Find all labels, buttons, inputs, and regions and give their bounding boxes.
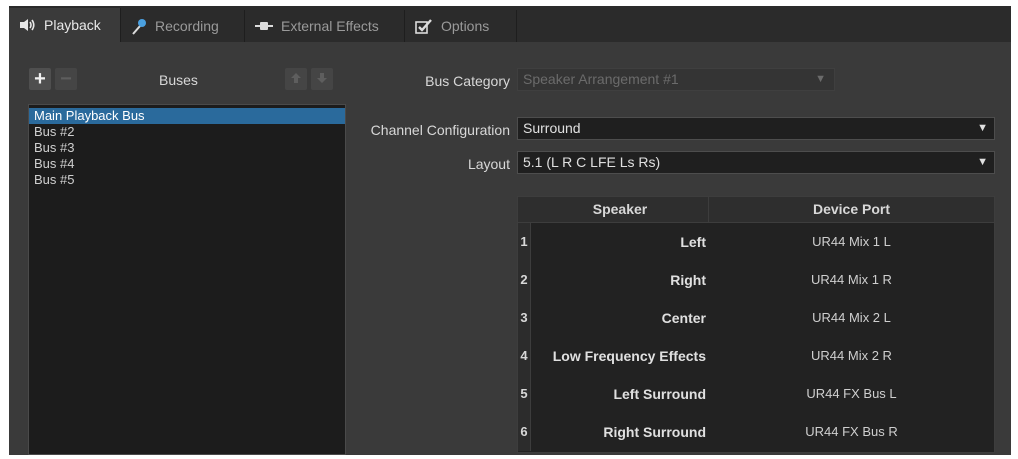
row-number: 6 [518,413,531,451]
speaker-icon [19,18,36,32]
device-port-cell[interactable]: UR44 Mix 2 L [709,299,994,337]
bus-list[interactable]: Main Playback Bus Bus #2 Bus #3 Bus #4 B… [28,104,346,455]
layout-label: Layout [467,156,510,172]
add-bus-button[interactable]: + [29,68,51,90]
row-number: 1 [518,223,531,261]
dropdown-arrow-icon: ▼ [815,73,826,85]
speaker-name: Left Surround [613,386,706,402]
bus-item-2[interactable]: Bus #2 [29,124,345,140]
microphone-icon [131,18,147,35]
move-bus-down-button[interactable] [311,68,333,90]
buses-label: Buses [159,72,198,88]
remove-bus-button[interactable]: − [55,68,77,90]
tab-playback[interactable]: Playback [9,8,121,42]
table-row[interactable]: 4 Low Frequency Effects UR44 Mix 2 R [518,337,994,375]
arrow-down-icon [316,72,328,87]
bus-category-label: Bus Category [425,73,510,89]
row-number: 5 [518,375,531,413]
device-port-cell[interactable]: UR44 FX Bus R [709,413,994,451]
table-row[interactable]: 5 Left Surround UR44 FX Bus L [518,375,994,413]
bus-category-select[interactable]: Speaker Arrangement #1 ▼ [517,68,835,91]
channel-configuration-select[interactable]: Surround ▼ [517,117,995,140]
table-header: Speaker Device Port [518,197,994,223]
bus-item-4[interactable]: Bus #4 [29,156,345,172]
bus-category-value: Speaker Arrangement #1 [523,71,679,87]
layout-select[interactable]: 5.1 (L R C LFE Ls Rs) ▼ [517,151,995,174]
table-row[interactable]: 3 Center UR44 Mix 2 L [518,299,994,337]
device-port-cell[interactable]: UR44 Mix 1 R [709,261,994,299]
tab-bar: Playback Recording External Effects Opti… [9,6,1011,42]
table-row[interactable]: 6 Right Surround UR44 FX Bus R [518,413,994,451]
row-number: 4 [518,337,531,375]
table-row[interactable]: 1 Left UR44 Mix 1 L [518,223,994,261]
speaker-name: Left [680,234,706,250]
table-row[interactable]: 2 Right UR44 Mix 1 R [518,261,994,299]
audio-connections-panel: Playback Recording External Effects Opti… [9,6,1011,455]
channel-configuration-label: Channel Configuration [370,122,510,138]
bus-item-main-playback[interactable]: Main Playback Bus [29,108,345,124]
row-number: 3 [518,299,531,337]
device-port-cell[interactable]: UR44 Mix 1 L [709,223,994,261]
layout-value: 5.1 (L R C LFE Ls Rs) [523,154,661,170]
tab-label: Recording [155,18,219,34]
speaker-port-table: Speaker Device Port 1 Left UR44 Mix 1 L … [517,196,995,453]
column-header-device-port[interactable]: Device Port [709,197,994,222]
row-number: 2 [518,261,531,299]
tab-recording[interactable]: Recording [121,10,245,42]
plug-icon [255,20,273,32]
speaker-name: Low Frequency Effects [552,348,706,364]
tab-label: Options [441,18,490,34]
checkbox-icon [415,18,433,34]
channel-configuration-value: Surround [523,120,581,136]
tab-label: External Effects [281,18,379,34]
arrow-up-icon [290,72,302,87]
dropdown-arrow-icon: ▼ [977,122,988,134]
speaker-name: Center [661,310,706,326]
device-port-cell[interactable]: UR44 FX Bus L [709,375,994,413]
speaker-name: Right [670,272,706,288]
move-bus-up-button[interactable] [285,68,307,90]
tab-options[interactable]: Options [405,10,517,42]
device-port-cell[interactable]: UR44 Mix 2 R [709,337,994,375]
dropdown-arrow-icon: ▼ [977,156,988,168]
bus-item-5[interactable]: Bus #5 [29,172,345,188]
tab-external-effects[interactable]: External Effects [245,10,405,42]
speaker-name: Right Surround [603,424,706,440]
tab-label: Playback [44,17,101,33]
bus-item-3[interactable]: Bus #3 [29,140,345,156]
column-header-speaker[interactable]: Speaker [532,197,709,222]
